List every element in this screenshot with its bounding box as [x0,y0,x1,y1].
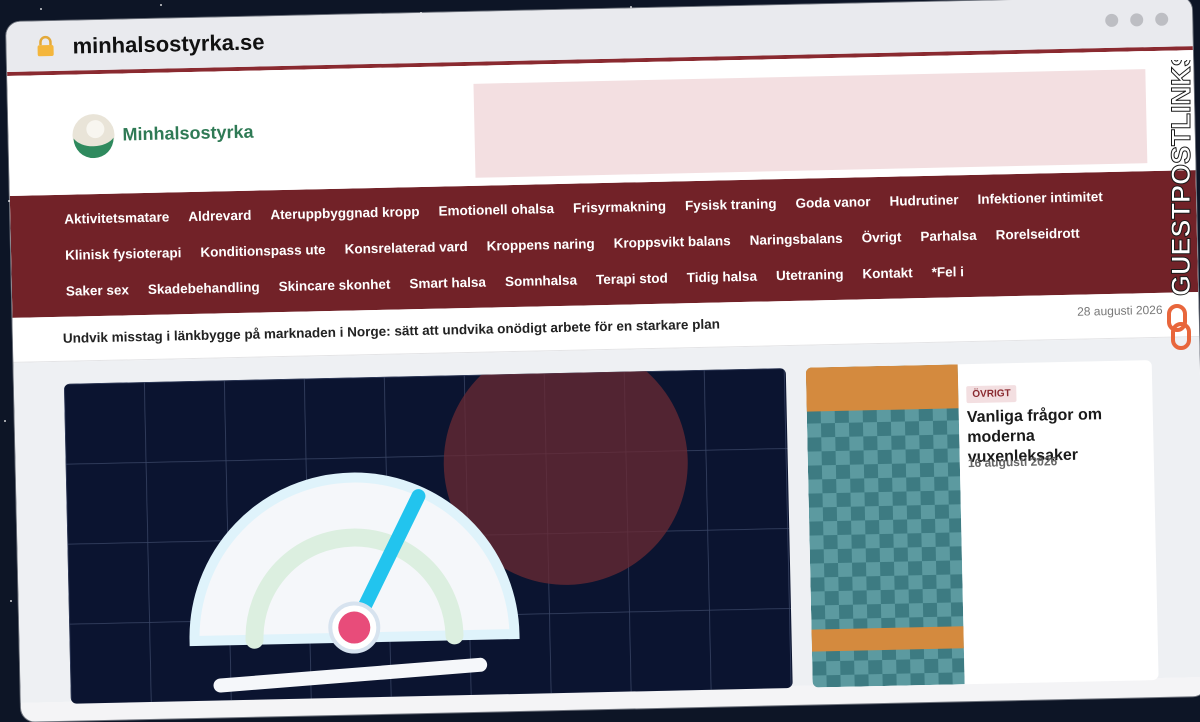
logo-text: Minhalsostyrka [122,121,254,144]
nav-item[interactable]: Klinisk fysioterapi [65,242,182,267]
nav-item[interactable]: Somnhalsa [505,270,577,294]
window-dot-icon[interactable] [1130,13,1144,27]
nav-item[interactable]: Fysisk traning [685,193,777,217]
hero-image[interactable] [63,368,793,704]
nav-item[interactable]: Frisyrmakning [573,196,666,220]
ticker-date: 28 augusti 2026 [1077,302,1163,319]
window-dot-icon[interactable] [1105,13,1119,28]
nav-item[interactable]: Aktivitetsmatare [64,206,170,230]
speedometer-illustration [63,368,793,704]
nav-item[interactable]: Skincare skonhet [278,274,391,298]
nav-item[interactable]: Goda vanor [795,191,870,215]
logo-emblem-icon [72,114,115,159]
nav-item[interactable]: Terapi stod [596,268,668,292]
advertisement-banner [473,69,1148,178]
nav-item[interactable]: Kontakt [862,262,913,285]
nav-item[interactable]: Ateruppbyggnad kropp [270,201,420,226]
nav-item[interactable]: Parhalsa [920,225,977,248]
browser-window: minhalsostyrka.se Minhalsostyrka Aktivit… [6,0,1200,722]
window-controls [1105,12,1169,28]
nav-item[interactable]: Utetraning [776,264,844,287]
nav-item[interactable]: Tidig halsa [686,266,758,290]
article-thumbnail [805,364,965,688]
nav-item[interactable]: Rorelseidrott [995,223,1079,247]
nav-item[interactable]: Skadebehandling [148,277,260,301]
nav-item[interactable]: Kroppens naring [486,233,594,257]
article-date: 16 augusti 2026 [967,454,1058,471]
category-badge[interactable]: ÖVRIGT [966,385,1017,404]
nav-item[interactable]: *Fel i [931,261,965,284]
svg-text:GUESTPOSTLINKS: GUESTPOSTLINKS [1166,60,1196,296]
page: Minhalsostyrka Aktivitetsmatare Aldrevard… [7,50,1200,704]
content-area: ÖVRIGT Vanliga frågor om moderna vuxenle… [13,337,1200,704]
nav-item[interactable]: Konsrelaterad vard [344,236,468,261]
nav-items: Aktivitetsmatare Aldrevard Ateruppbyggnad … [64,186,1126,303]
lock-icon [37,35,54,57]
nav-item[interactable]: Kroppsvikt balans [613,230,730,255]
featured-article-card[interactable]: ÖVRIGT Vanliga frågor om moderna vuxenle… [805,360,1159,688]
ticker-headline[interactable]: Undvik misstag i länkbygge på marknaden … [63,316,720,345]
nav-item[interactable]: Naringsbalans [749,228,842,252]
nav-item[interactable]: Konditionspass ute [200,239,326,264]
nav-item[interactable]: Hudrutiner [889,189,958,212]
nav-item[interactable]: Saker sex [66,279,130,302]
nav-item[interactable]: Övrigt [861,227,901,250]
address-bar-url[interactable]: minhalsostyrka.se [72,29,265,59]
chain-link-icon [1167,304,1191,350]
site-logo[interactable]: Minhalsostyrka [70,109,254,159]
guestpostlinks-watermark: GUESTPOSTLINKS [1166,60,1197,297]
window-dot-icon[interactable] [1155,12,1169,26]
nav-item[interactable]: Aldrevard [188,205,251,228]
nav-item[interactable]: Smart halsa [409,272,486,296]
nav-item[interactable]: Infektioner intimitet [977,186,1103,211]
nav-item[interactable]: Emotionell ohalsa [438,198,554,223]
